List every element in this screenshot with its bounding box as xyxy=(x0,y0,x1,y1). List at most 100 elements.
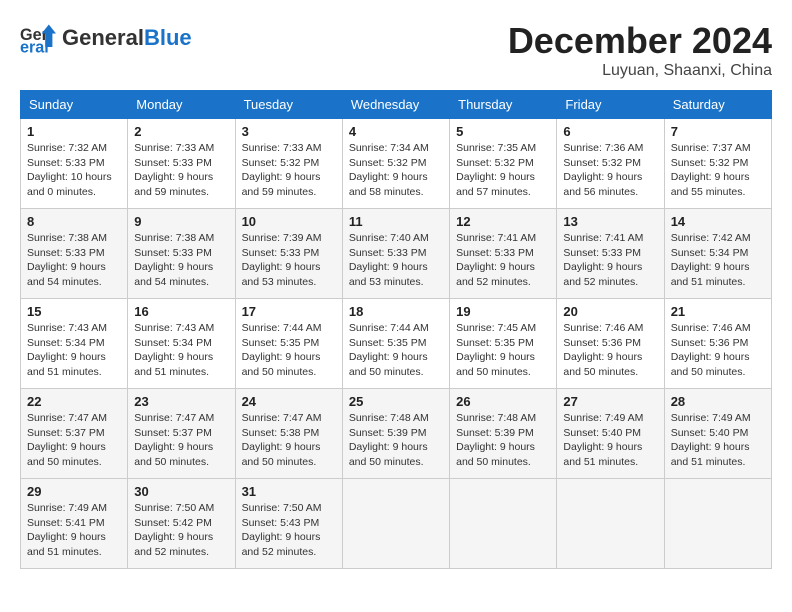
sunrise-label: Sunrise: 7:50 AM xyxy=(242,502,322,514)
day-info: Sunrise: 7:47 AM Sunset: 5:37 PM Dayligh… xyxy=(134,411,228,470)
calendar-cell: 9 Sunrise: 7:38 AM Sunset: 5:33 PM Dayli… xyxy=(128,209,235,299)
daylight-label: Daylight: 9 hours and 50 minutes. xyxy=(134,441,213,468)
sunset-label: Sunset: 5:35 PM xyxy=(349,337,427,349)
daylight-label: Daylight: 9 hours and 50 minutes. xyxy=(671,351,750,378)
logo-icon: Gen eral xyxy=(20,20,56,56)
sunrise-label: Sunrise: 7:34 AM xyxy=(349,142,429,154)
day-info: Sunrise: 7:47 AM Sunset: 5:37 PM Dayligh… xyxy=(27,411,121,470)
day-of-week-header: Saturday xyxy=(664,91,771,119)
calendar-cell: 24 Sunrise: 7:47 AM Sunset: 5:38 PM Dayl… xyxy=(235,389,342,479)
sunrise-label: Sunrise: 7:45 AM xyxy=(456,322,536,334)
daylight-label: Daylight: 10 hours and 0 minutes. xyxy=(27,171,112,198)
calendar-cell: 26 Sunrise: 7:48 AM Sunset: 5:39 PM Dayl… xyxy=(450,389,557,479)
sunrise-label: Sunrise: 7:43 AM xyxy=(134,322,214,334)
day-number: 23 xyxy=(134,394,228,409)
day-info: Sunrise: 7:45 AM Sunset: 5:35 PM Dayligh… xyxy=(456,321,550,380)
sunset-label: Sunset: 5:34 PM xyxy=(134,337,212,349)
calendar-cell: 2 Sunrise: 7:33 AM Sunset: 5:33 PM Dayli… xyxy=(128,119,235,209)
sunset-label: Sunset: 5:33 PM xyxy=(349,247,427,259)
daylight-label: Daylight: 9 hours and 50 minutes. xyxy=(242,441,321,468)
day-number: 25 xyxy=(349,394,443,409)
logo-text: GeneralBlue xyxy=(62,26,192,50)
day-info: Sunrise: 7:46 AM Sunset: 5:36 PM Dayligh… xyxy=(671,321,765,380)
calendar-cell: 7 Sunrise: 7:37 AM Sunset: 5:32 PM Dayli… xyxy=(664,119,771,209)
sunset-label: Sunset: 5:40 PM xyxy=(671,427,749,439)
sunrise-label: Sunrise: 7:44 AM xyxy=(242,322,322,334)
day-info: Sunrise: 7:48 AM Sunset: 5:39 PM Dayligh… xyxy=(349,411,443,470)
calendar-cell: 3 Sunrise: 7:33 AM Sunset: 5:32 PM Dayli… xyxy=(235,119,342,209)
day-info: Sunrise: 7:49 AM Sunset: 5:40 PM Dayligh… xyxy=(563,411,657,470)
day-info: Sunrise: 7:34 AM Sunset: 5:32 PM Dayligh… xyxy=(349,141,443,200)
calendar-cell: 18 Sunrise: 7:44 AM Sunset: 5:35 PM Dayl… xyxy=(342,299,449,389)
sunset-label: Sunset: 5:41 PM xyxy=(27,517,105,529)
calendar-cell: 5 Sunrise: 7:35 AM Sunset: 5:32 PM Dayli… xyxy=(450,119,557,209)
sunrise-label: Sunrise: 7:41 AM xyxy=(456,232,536,244)
calendar-cell: 19 Sunrise: 7:45 AM Sunset: 5:35 PM Dayl… xyxy=(450,299,557,389)
daylight-label: Daylight: 9 hours and 53 minutes. xyxy=(242,261,321,288)
day-info: Sunrise: 7:39 AM Sunset: 5:33 PM Dayligh… xyxy=(242,231,336,290)
daylight-label: Daylight: 9 hours and 51 minutes. xyxy=(134,351,213,378)
sunrise-label: Sunrise: 7:46 AM xyxy=(671,322,751,334)
daylight-label: Daylight: 9 hours and 52 minutes. xyxy=(242,531,321,558)
calendar-table: SundayMondayTuesdayWednesdayThursdayFrid… xyxy=(20,90,772,569)
daylight-label: Daylight: 9 hours and 51 minutes. xyxy=(671,441,750,468)
daylight-label: Daylight: 9 hours and 59 minutes. xyxy=(242,171,321,198)
sunset-label: Sunset: 5:32 PM xyxy=(349,157,427,169)
month-title: December 2024 xyxy=(508,20,772,62)
sunrise-label: Sunrise: 7:47 AM xyxy=(134,412,214,424)
daylight-label: Daylight: 9 hours and 54 minutes. xyxy=(27,261,106,288)
day-number: 14 xyxy=(671,214,765,229)
calendar-cell: 12 Sunrise: 7:41 AM Sunset: 5:33 PM Dayl… xyxy=(450,209,557,299)
daylight-label: Daylight: 9 hours and 58 minutes. xyxy=(349,171,428,198)
sunset-label: Sunset: 5:32 PM xyxy=(242,157,320,169)
day-info: Sunrise: 7:44 AM Sunset: 5:35 PM Dayligh… xyxy=(242,321,336,380)
sunrise-label: Sunrise: 7:36 AM xyxy=(563,142,643,154)
calendar-cell xyxy=(450,479,557,569)
daylight-label: Daylight: 9 hours and 55 minutes. xyxy=(671,171,750,198)
sunset-label: Sunset: 5:34 PM xyxy=(671,247,749,259)
sunset-label: Sunset: 5:40 PM xyxy=(563,427,641,439)
sunrise-label: Sunrise: 7:33 AM xyxy=(242,142,322,154)
daylight-label: Daylight: 9 hours and 51 minutes. xyxy=(563,441,642,468)
sunset-label: Sunset: 5:32 PM xyxy=(563,157,641,169)
day-of-week-header: Sunday xyxy=(21,91,128,119)
day-info: Sunrise: 7:44 AM Sunset: 5:35 PM Dayligh… xyxy=(349,321,443,380)
calendar-cell: 25 Sunrise: 7:48 AM Sunset: 5:39 PM Dayl… xyxy=(342,389,449,479)
calendar-cell xyxy=(664,479,771,569)
calendar-week-row: 29 Sunrise: 7:49 AM Sunset: 5:41 PM Dayl… xyxy=(21,479,772,569)
day-number: 13 xyxy=(563,214,657,229)
daylight-label: Daylight: 9 hours and 50 minutes. xyxy=(456,441,535,468)
day-number: 6 xyxy=(563,124,657,139)
sunset-label: Sunset: 5:35 PM xyxy=(456,337,534,349)
daylight-label: Daylight: 9 hours and 57 minutes. xyxy=(456,171,535,198)
calendar-cell: 11 Sunrise: 7:40 AM Sunset: 5:33 PM Dayl… xyxy=(342,209,449,299)
day-number: 24 xyxy=(242,394,336,409)
day-info: Sunrise: 7:48 AM Sunset: 5:39 PM Dayligh… xyxy=(456,411,550,470)
sunrise-label: Sunrise: 7:41 AM xyxy=(563,232,643,244)
day-info: Sunrise: 7:35 AM Sunset: 5:32 PM Dayligh… xyxy=(456,141,550,200)
calendar-cell: 31 Sunrise: 7:50 AM Sunset: 5:43 PM Dayl… xyxy=(235,479,342,569)
sunrise-label: Sunrise: 7:42 AM xyxy=(671,232,751,244)
day-of-week-header: Tuesday xyxy=(235,91,342,119)
calendar-cell: 23 Sunrise: 7:47 AM Sunset: 5:37 PM Dayl… xyxy=(128,389,235,479)
day-info: Sunrise: 7:43 AM Sunset: 5:34 PM Dayligh… xyxy=(27,321,121,380)
sunrise-label: Sunrise: 7:32 AM xyxy=(27,142,107,154)
sunrise-label: Sunrise: 7:48 AM xyxy=(349,412,429,424)
sunrise-label: Sunrise: 7:47 AM xyxy=(27,412,107,424)
daylight-label: Daylight: 9 hours and 54 minutes. xyxy=(134,261,213,288)
calendar-cell: 8 Sunrise: 7:38 AM Sunset: 5:33 PM Dayli… xyxy=(21,209,128,299)
sunrise-label: Sunrise: 7:49 AM xyxy=(27,502,107,514)
day-number: 7 xyxy=(671,124,765,139)
calendar-week-row: 1 Sunrise: 7:32 AM Sunset: 5:33 PM Dayli… xyxy=(21,119,772,209)
day-number: 22 xyxy=(27,394,121,409)
day-info: Sunrise: 7:38 AM Sunset: 5:33 PM Dayligh… xyxy=(27,231,121,290)
sunset-label: Sunset: 5:33 PM xyxy=(27,247,105,259)
sunset-label: Sunset: 5:42 PM xyxy=(134,517,212,529)
title-block: December 2024 Luyuan, Shaanxi, China xyxy=(508,20,772,80)
day-info: Sunrise: 7:50 AM Sunset: 5:43 PM Dayligh… xyxy=(242,501,336,560)
sunset-label: Sunset: 5:35 PM xyxy=(242,337,320,349)
day-number: 31 xyxy=(242,484,336,499)
day-info: Sunrise: 7:37 AM Sunset: 5:32 PM Dayligh… xyxy=(671,141,765,200)
sunset-label: Sunset: 5:37 PM xyxy=(134,427,212,439)
day-number: 3 xyxy=(242,124,336,139)
